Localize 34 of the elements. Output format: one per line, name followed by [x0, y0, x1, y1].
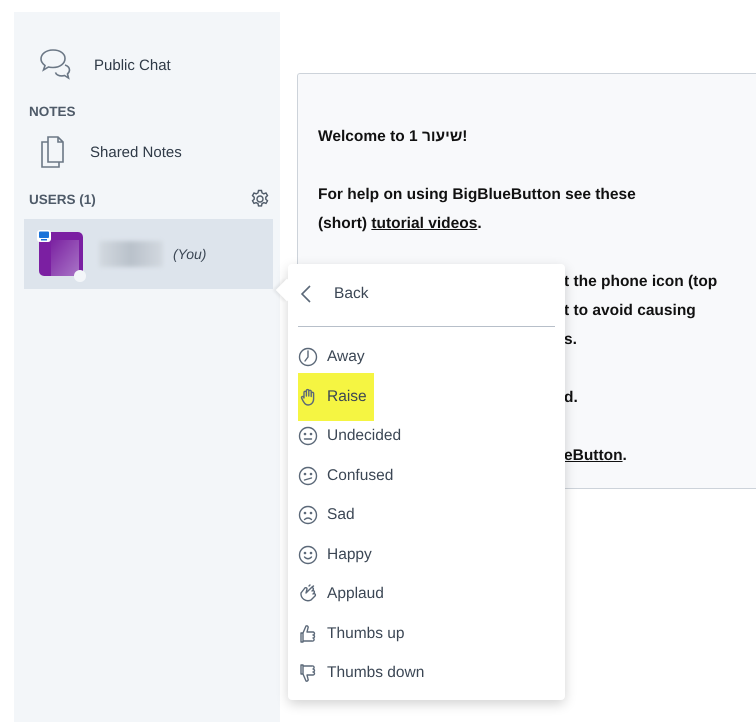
- clock-icon: [298, 346, 318, 367]
- users-heading: USERS (1): [29, 192, 96, 206]
- status-menu-item[interactable]: Applaud: [298, 574, 391, 614]
- status-menu-item[interactable]: Raise: [298, 372, 374, 420]
- neutral-face-icon: [298, 426, 318, 446]
- tutorial-link[interactable]: tutorial videos: [371, 215, 478, 232]
- status-menu-item[interactable]: Happy: [298, 535, 379, 574]
- welcome-text: s.: [564, 330, 577, 350]
- clapping-hands-icon: [298, 584, 318, 604]
- help-text: For help on using BigBlueButton see these (short) tutorial videos.: [318, 185, 637, 234]
- status-menu-item[interactable]: Confused: [298, 456, 400, 496]
- status-menu-item[interactable]: Thumbs up: [298, 614, 412, 654]
- you-label: (You): [173, 246, 206, 262]
- welcome-text: eButton.: [564, 446, 627, 466]
- settings-icon[interactable]: [250, 189, 270, 209]
- back-button[interactable]: Back: [300, 282, 374, 306]
- welcome-text: t the phone icon (top: [564, 272, 718, 292]
- welcome-text: d.: [564, 388, 578, 408]
- welcome-title: Welcome to שיעור 1!: [318, 127, 468, 147]
- status-menu-item[interactable]: Sad: [298, 496, 362, 535]
- shared-notes-item[interactable]: Shared Notes: [14, 129, 280, 175]
- smiley-icon: [298, 544, 318, 565]
- confused-face-icon: [298, 466, 318, 486]
- welcome-text: t to avoid causing: [564, 301, 696, 321]
- sad-face-icon: [298, 505, 318, 526]
- link[interactable]: eButton: [564, 447, 623, 464]
- notes-heading: NOTES: [28, 104, 77, 119]
- public-chat-item[interactable]: Public Chat: [14, 42, 280, 88]
- status-menu-item[interactable]: Thumbs down: [298, 654, 432, 693]
- thumbs-up-icon: [298, 624, 318, 644]
- chevron-left-icon: [300, 284, 312, 304]
- blurred-name: [99, 241, 163, 267]
- user-list-item[interactable]: (You): [24, 219, 273, 289]
- thumbs-down-icon: [298, 663, 318, 684]
